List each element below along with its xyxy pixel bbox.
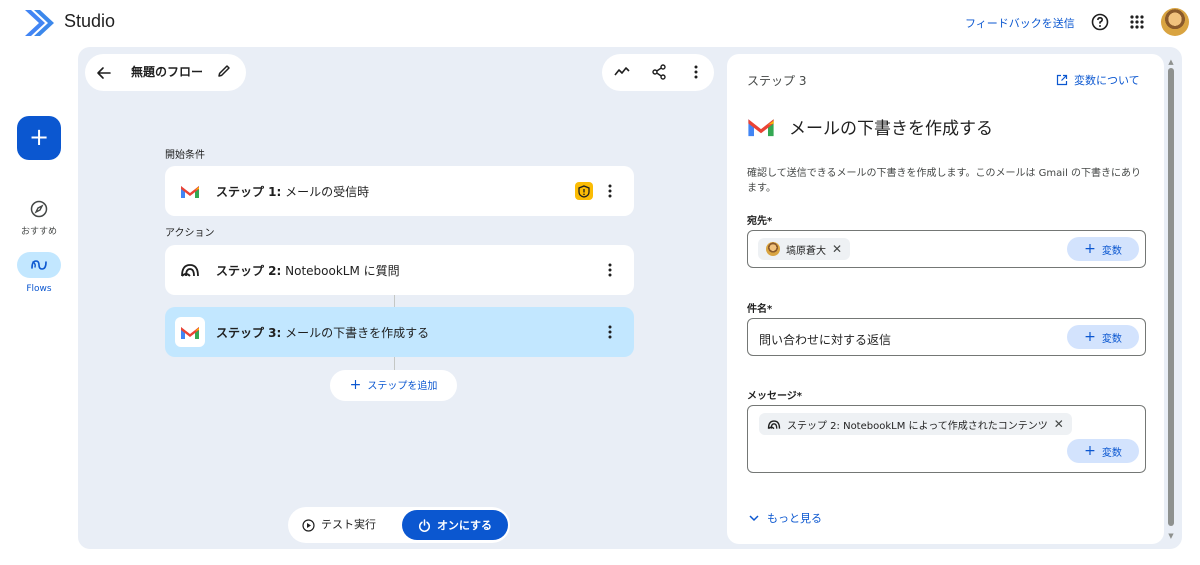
to-field-label: 宛先* bbox=[747, 216, 773, 227]
open-external-icon bbox=[1056, 74, 1068, 86]
gmail-icon bbox=[181, 185, 199, 198]
step-3-menu-icon[interactable] bbox=[602, 323, 618, 341]
about-variables-link[interactable]: 変数について bbox=[1056, 72, 1140, 88]
connector-line bbox=[394, 357, 395, 370]
step-2-menu-icon[interactable] bbox=[602, 261, 618, 279]
step-1-label: ステップ 1: メールの受信時 bbox=[216, 183, 369, 200]
subject-field-label: 件名* bbox=[747, 304, 773, 315]
nav-flows-label: Flows bbox=[26, 284, 52, 294]
step-card-2[interactable]: ステップ 2: NotebookLM に質問 bbox=[165, 245, 634, 295]
activity-icon[interactable] bbox=[613, 63, 631, 81]
plus-icon: + bbox=[1084, 329, 1096, 345]
show-more-button[interactable]: もっと見る bbox=[749, 510, 822, 526]
recipient-avatar bbox=[766, 242, 780, 256]
test-run-button[interactable]: テスト実行 bbox=[302, 507, 376, 543]
panel-title: メールの下書きを作成する bbox=[789, 119, 993, 139]
step-3-label: ステップ 3: メールの下書きを作成する bbox=[216, 324, 429, 341]
scroll-up-arrow[interactable]: ▲ bbox=[1167, 58, 1175, 66]
warning-shield-icon[interactable] bbox=[575, 182, 593, 200]
message-field-label: メッセージ* bbox=[747, 391, 803, 402]
message-variable-chip[interactable]: ステップ 2: NotebookLM によって作成されたコンテンツ ✕ bbox=[759, 413, 1072, 435]
top-bar: Studio フィードバックを送信 bbox=[0, 0, 1200, 46]
nav-flows[interactable]: Flows bbox=[10, 252, 68, 294]
user-avatar[interactable] bbox=[1161, 8, 1189, 36]
action-label: アクション bbox=[165, 228, 215, 239]
message-chip-label: ステップ 2: NotebookLM によって作成されたコンテンツ bbox=[787, 420, 1048, 432]
notebooklm-icon bbox=[767, 419, 781, 429]
step-card-3[interactable]: ステップ 3: メールの下書きを作成する bbox=[165, 307, 634, 357]
help-icon[interactable] bbox=[1091, 13, 1109, 31]
create-button[interactable]: + bbox=[17, 116, 61, 160]
about-variables-label: 変数について bbox=[1074, 74, 1140, 87]
step-1-text: メールの受信時 bbox=[281, 185, 370, 199]
add-step-button[interactable]: + ステップを追加 bbox=[330, 370, 457, 401]
app-title: Studio bbox=[64, 11, 116, 31]
step-1-prefix: ステップ 1: bbox=[216, 185, 282, 199]
nav-recommended-label: おすすめ bbox=[20, 227, 57, 237]
step-1-menu-icon[interactable] bbox=[602, 182, 618, 200]
feedback-link[interactable]: フィードバックを送信 bbox=[965, 15, 1075, 31]
panel-description: 確認して送信できるメールの下書きを作成します。このメールは Gmail の下書き… bbox=[747, 168, 1142, 194]
flows-icon bbox=[31, 260, 47, 270]
plus-icon: + bbox=[1084, 443, 1096, 459]
step-2-icon-box bbox=[175, 255, 205, 285]
remove-recipient-icon[interactable]: ✕ bbox=[832, 242, 842, 256]
pencil-icon[interactable] bbox=[216, 63, 232, 79]
step-card-1[interactable]: ステップ 1: メールの受信時 bbox=[165, 166, 634, 216]
power-icon bbox=[418, 518, 430, 532]
to-add-variable-button[interactable]: + 変数 bbox=[1067, 237, 1139, 261]
step-2-text: NotebookLM に質問 bbox=[281, 264, 400, 278]
to-variable-label: 変数 bbox=[1101, 245, 1122, 257]
subject-value: 問い合わせに対する返信 bbox=[759, 333, 892, 347]
add-step-label: ステップを追加 bbox=[367, 381, 438, 392]
plus-icon: + bbox=[349, 377, 362, 393]
plus-icon: + bbox=[1084, 241, 1096, 257]
remove-message-chip-icon[interactable]: ✕ bbox=[1054, 417, 1064, 431]
panel-step-label: ステップ 3 bbox=[747, 74, 807, 88]
step-2-label: ステップ 2: NotebookLM に質問 bbox=[216, 262, 400, 279]
message-add-variable-button[interactable]: + 変数 bbox=[1067, 439, 1139, 463]
panel-title-row: メールの下書きを作成する bbox=[747, 114, 993, 139]
gmail-icon bbox=[748, 118, 774, 136]
connector-line bbox=[394, 295, 395, 307]
nav-recommended[interactable]: おすすめ bbox=[10, 200, 68, 237]
step-2-prefix: ステップ 2: bbox=[216, 264, 282, 278]
scroll-down-arrow[interactable]: ▼ bbox=[1167, 532, 1175, 540]
share-icon[interactable] bbox=[650, 63, 668, 81]
studio-logo-icon[interactable] bbox=[22, 8, 56, 38]
apps-grid-icon[interactable] bbox=[1129, 14, 1145, 30]
notebooklm-icon bbox=[181, 264, 199, 277]
step-3-text: メールの下書きを作成する bbox=[281, 326, 430, 340]
flows-pill bbox=[17, 252, 61, 278]
compass-icon bbox=[30, 200, 48, 218]
show-more-label: もっと見る bbox=[767, 512, 822, 525]
chevron-down-icon bbox=[749, 514, 759, 521]
more-vert-icon[interactable] bbox=[687, 63, 705, 81]
gmail-icon bbox=[181, 326, 199, 339]
step-3-icon-box bbox=[175, 317, 205, 347]
panel-scrollbar[interactable] bbox=[1168, 68, 1174, 526]
subject-variable-label: 変数 bbox=[1101, 333, 1122, 345]
recipient-name: 塙原蒼大 bbox=[786, 245, 826, 257]
turn-on-button[interactable]: オンにする bbox=[402, 510, 508, 540]
step-3-prefix: ステップ 3: bbox=[216, 326, 282, 340]
subject-add-variable-button[interactable]: + 変数 bbox=[1067, 325, 1139, 349]
test-run-label: テスト実行 bbox=[321, 518, 376, 531]
step-1-icon-box bbox=[175, 176, 205, 206]
flow-name[interactable]: 無題のフロー bbox=[123, 54, 212, 91]
start-condition-label: 開始条件 bbox=[165, 150, 205, 161]
play-circle-icon bbox=[302, 518, 315, 532]
back-arrow-icon[interactable] bbox=[93, 62, 115, 84]
message-variable-label: 変数 bbox=[1101, 447, 1122, 459]
recipient-chip[interactable]: 塙原蒼大 ✕ bbox=[758, 238, 851, 260]
turn-on-label: オンにする bbox=[436, 519, 493, 532]
